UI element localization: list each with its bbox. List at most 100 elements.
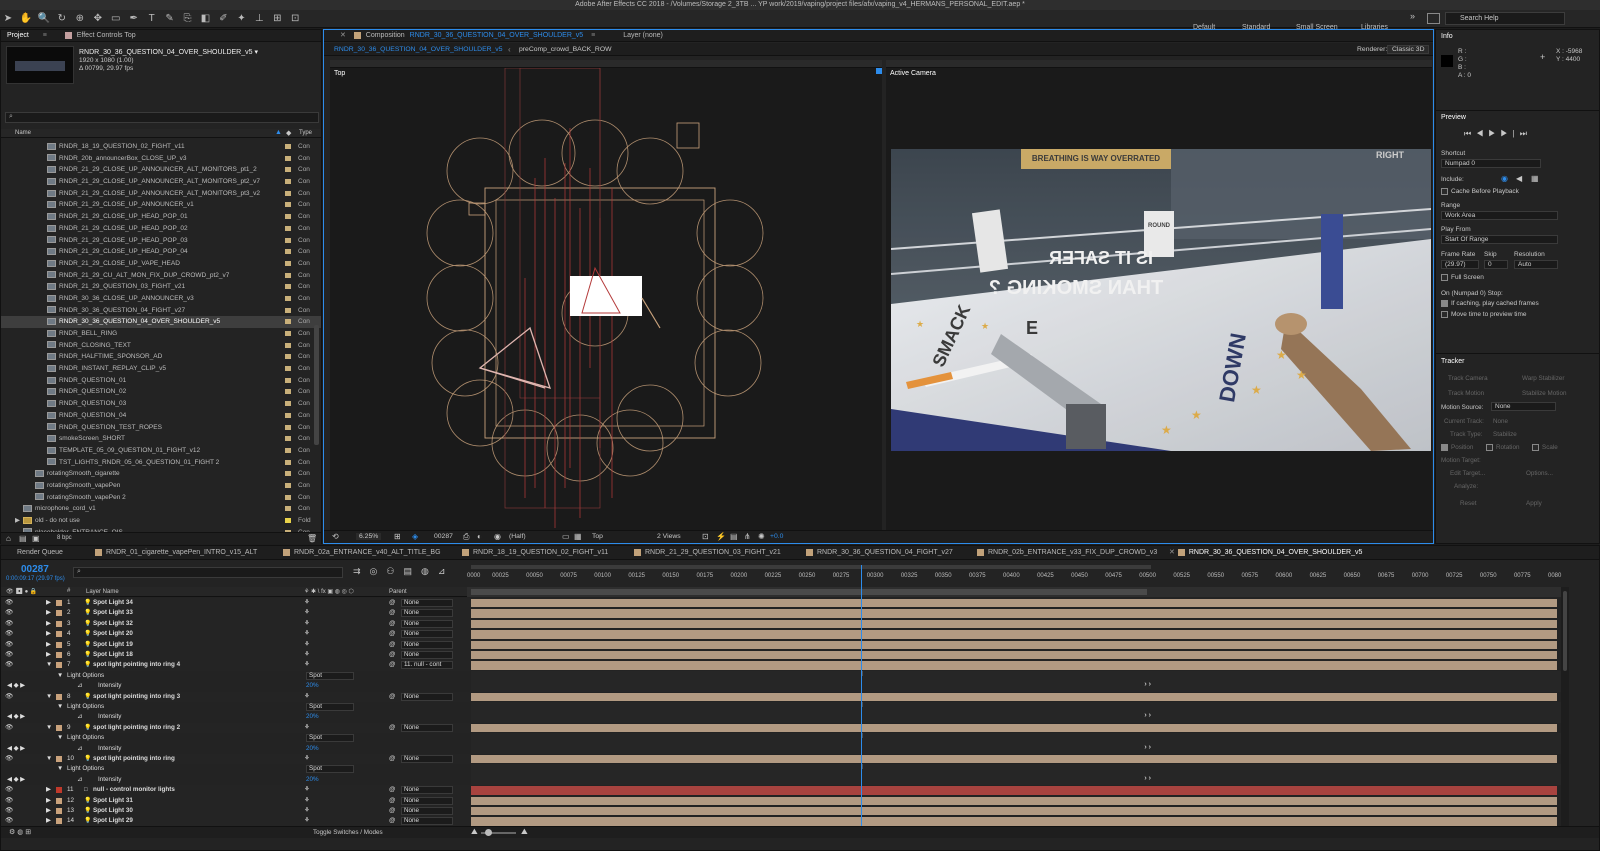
- label-swatch[interactable]: [285, 459, 291, 465]
- include-audio-icon[interactable]: ◀: [1516, 174, 1522, 183]
- always-preview-icon[interactable]: ⟲: [332, 532, 339, 541]
- resolution-select[interactable]: (Half): [509, 533, 526, 540]
- layer-name-header[interactable]: Layer Name: [86, 589, 119, 595]
- stopwatch-icon[interactable]: ⊿: [77, 712, 82, 722]
- shy-switch-icon[interactable]: ⚘: [304, 640, 310, 650]
- pick-whip-icon[interactable]: @: [389, 660, 395, 670]
- layer-duration-bar[interactable]: [471, 609, 1557, 618]
- layer-name[interactable]: Spot Light 34: [93, 598, 133, 608]
- label-swatch[interactable]: [285, 342, 291, 348]
- project-item[interactable]: RNDR_20b_announcerBox_CLOSE_UP_v3 Con: [1, 153, 321, 165]
- shy-switch-icon[interactable]: ⚘: [304, 619, 310, 629]
- label-swatch[interactable]: [285, 518, 291, 523]
- layer-row[interactable]: 👁 ▶ 13 💡 Spot Light 30 ⚘ @ None: [1, 806, 471, 817]
- trash-icon[interactable]: 🗑: [307, 534, 317, 543]
- pick-whip-icon[interactable]: @: [389, 692, 395, 702]
- property-row[interactable]: ◀ ◆ ▶ ⊿ Intensity 20%: [1, 681, 471, 691]
- parent-select[interactable]: None: [401, 692, 453, 701]
- project-item[interactable]: RNDR_QUESTION_TEST_ROPES Con: [1, 422, 321, 434]
- property-group-row[interactable]: ▼ Light Options Spot: [1, 733, 471, 743]
- project-item[interactable]: RNDR_INSTANT_REPLAY_CLIP_v5 Con: [1, 363, 321, 375]
- project-item[interactable]: RNDR_21_29_CLOSE_UP_ANNOUNCER_ALT_MONITO…: [1, 176, 321, 188]
- layer-row[interactable]: 👁 ▶ 6 💡 Spot Light 18 ⚘ @ None: [1, 650, 471, 661]
- work-area-bar[interactable]: [471, 565, 1151, 569]
- cache-before-playback[interactable]: Cache Before Playback: [1441, 188, 1519, 195]
- exposure-value[interactable]: +0.0: [770, 533, 783, 540]
- visibility-eye-icon[interactable]: 👁: [5, 796, 13, 806]
- layer-label-swatch[interactable]: [56, 787, 62, 794]
- shy-switch-icon[interactable]: ⚘: [304, 796, 310, 806]
- light-type-select[interactable]: Spot: [306, 671, 354, 680]
- views-layout-select[interactable]: 2 Views: [657, 533, 681, 540]
- visibility-eye-icon[interactable]: 👁: [5, 785, 13, 795]
- project-item[interactable]: RNDR_30_36_QUESTION_04_OVER_SHOULDER_v5 C…: [1, 316, 321, 328]
- pick-whip-icon[interactable]: @: [389, 640, 395, 650]
- layer-row[interactable]: 👁 ▼ 10 💡 spot light pointing into ring ⚘ @ None: [1, 754, 471, 765]
- selection-tool-icon[interactable]: ➤: [1, 12, 15, 26]
- layer-duration-bar[interactable]: [471, 755, 1557, 764]
- label-swatch[interactable]: [285, 506, 291, 512]
- label-swatch[interactable]: [285, 284, 291, 290]
- parent-select[interactable]: None: [401, 609, 453, 618]
- timeline-tab[interactable]: RNDR_30_36_QUESTION_04_FIGHT_v27: [806, 546, 953, 560]
- tab-render-queue[interactable]: Render Queue: [17, 546, 63, 560]
- close-icon[interactable]: ✕: [340, 32, 346, 39]
- pick-whip-icon[interactable]: @: [389, 806, 395, 816]
- layer-row[interactable]: 👁 ▶ 1 💡 Spot Light 34 ⚘ @ None: [1, 598, 471, 609]
- layer-name[interactable]: Spot Light 32: [93, 619, 133, 629]
- keyframe-icon[interactable]: › ›: [1144, 775, 1151, 782]
- parent-select[interactable]: None: [401, 755, 453, 763]
- project-item[interactable]: RNDR_QUESTION_01 Con: [1, 375, 321, 387]
- property-row[interactable]: ◀ ◆ ▶ ⊿ Intensity 20%: [1, 712, 471, 722]
- project-item[interactable]: rotatingSmooth_cigarette Con: [1, 468, 321, 480]
- timeline-tab-active[interactable]: ✕ RNDR_30_36_QUESTION_04_OVER_SHOULDER_v5: [1169, 546, 1362, 560]
- keyframe-icon[interactable]: › ›: [1144, 712, 1151, 719]
- view-select[interactable]: Top: [592, 533, 603, 540]
- track-type-value[interactable]: Stabilize: [1493, 431, 1517, 438]
- pick-whip-icon[interactable]: @: [389, 650, 395, 660]
- options-button[interactable]: Options...: [1526, 470, 1553, 477]
- layer-label-swatch[interactable]: [56, 818, 62, 825]
- toggle-pixel-aspect-icon[interactable]: ⊡: [702, 532, 709, 541]
- layer-label-swatch[interactable]: [56, 724, 62, 731]
- layer-name[interactable]: spot light pointing into ring: [93, 754, 175, 764]
- selected-comp-name[interactable]: RNDR_30_36_QUESTION_04_OVER_SHOULDER_v5 …: [79, 48, 258, 56]
- layer-label-swatch[interactable]: [56, 631, 62, 638]
- label-swatch[interactable]: [285, 144, 291, 149]
- parent-select[interactable]: None: [401, 807, 453, 815]
- timeline-scrollbar[interactable]: [1561, 587, 1569, 827]
- layer-label-swatch[interactable]: [56, 652, 62, 658]
- property-row[interactable]: ◀ ◆ ▶ ⊿ Intensity 20%: [1, 744, 471, 754]
- roto-brush-tool-icon[interactable]: ✐: [216, 12, 230, 26]
- pen-tool-icon[interactable]: ✒: [127, 12, 141, 26]
- layer-duration-bar[interactable]: [471, 651, 1557, 660]
- property-value[interactable]: 20%: [306, 681, 319, 691]
- property-group-row[interactable]: ▼ Light Options Spot: [1, 764, 471, 774]
- layer-name[interactable]: null - control monitor lights: [93, 785, 175, 795]
- expand-layer-switches-icon[interactable]: ⚙ ◍ ⊞: [9, 828, 31, 836]
- parent-select[interactable]: None: [401, 640, 453, 649]
- layer-row[interactable]: 👁 ▶ 3 💡 Spot Light 32 ⚘ @ None: [1, 618, 471, 630]
- project-item[interactable]: smokeScreen_SHORT Con: [1, 433, 321, 445]
- property-group-row[interactable]: ▼ Light Options Spot: [1, 702, 471, 712]
- stopwatch-icon[interactable]: ⊿: [77, 681, 82, 691]
- hand-tool-icon[interactable]: ✋: [19, 12, 33, 26]
- project-item[interactable]: RNDR_QUESTION_03 Con: [1, 398, 321, 410]
- tab-effect-controls[interactable]: Effect Controls Top: [77, 32, 136, 39]
- mask-visibility-icon[interactable]: ◈: [412, 532, 418, 541]
- label-swatch[interactable]: [285, 260, 291, 266]
- keyframe-icon[interactable]: › ›: [1144, 681, 1151, 688]
- keyframe-navigator-icon[interactable]: ◀ ◆ ▶: [7, 712, 25, 722]
- layer-twirl-icon[interactable]: ▼: [46, 754, 52, 764]
- axis-view-icon[interactable]: ⊡: [288, 12, 302, 26]
- group-twirl-icon[interactable]: ▼: [57, 671, 63, 681]
- property-value[interactable]: 20%: [306, 712, 319, 722]
- layer-name[interactable]: Spot Light 20: [93, 629, 133, 639]
- parent-select[interactable]: None: [401, 723, 453, 732]
- sort-ascending-icon[interactable]: ▲: [275, 129, 282, 136]
- axis-local-icon[interactable]: ⊥: [252, 12, 266, 26]
- shy-icon[interactable]: ⚇: [386, 566, 403, 576]
- full-screen-check[interactable]: Full Screen: [1441, 274, 1484, 281]
- flowchart-icon[interactable]: ⋔: [744, 532, 751, 541]
- pick-whip-icon[interactable]: @: [389, 754, 395, 764]
